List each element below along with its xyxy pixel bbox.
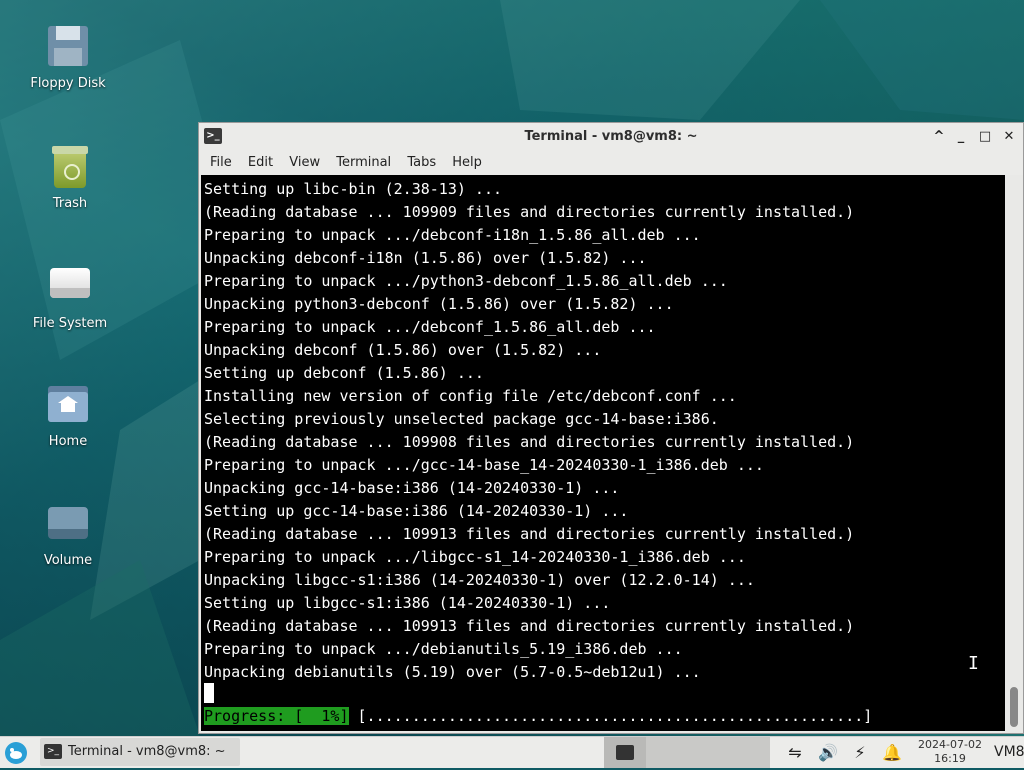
terminal-line: Unpacking gcc-14-base:i386 (14-20240330-… xyxy=(204,479,620,497)
desktop-icon-trash[interactable]: Trash xyxy=(15,142,125,211)
desktop-icon-home[interactable]: Home xyxy=(13,380,123,449)
terminal-line: Unpacking debconf (1.5.86) over (1.5.82)… xyxy=(204,341,602,359)
clock-date: 2024-07-02 xyxy=(918,738,982,751)
desktop-icon-label: Volume xyxy=(43,553,93,568)
desktop-icon-file-system[interactable]: File System xyxy=(15,262,125,331)
volume-drive-icon xyxy=(44,499,92,547)
terminal-window[interactable]: >_ Terminal - vm8@vm8: ~ ^ _ □ ✕ File Ed… xyxy=(198,122,1024,734)
floppy-disk-icon xyxy=(44,22,92,70)
terminal-output[interactable]: Setting up libc-bin (2.38-13) ... (Readin… xyxy=(201,175,1005,731)
workspace-1[interactable] xyxy=(604,737,646,768)
desktop-icon-label: Trash xyxy=(52,196,88,211)
terminal-line: (Reading database ... 109913 files and d… xyxy=(204,617,855,635)
clock[interactable]: 2024-07-02 16:19 xyxy=(912,738,988,766)
menu-help[interactable]: Help xyxy=(446,151,488,170)
workspace-window-icon xyxy=(616,745,634,760)
maximize-button[interactable]: □ xyxy=(975,127,995,147)
menu-bar: File Edit View Terminal Tabs Help xyxy=(199,151,1023,175)
menu-edit[interactable]: Edit xyxy=(242,151,279,170)
apt-progress: Progress: [ 1%] [.......................… xyxy=(204,705,872,728)
desktop-icon-volume[interactable]: Volume xyxy=(13,499,123,568)
desktop-icon-label: Home xyxy=(48,434,88,449)
roll-up-button[interactable]: ^ xyxy=(929,127,949,147)
menu-file[interactable]: File xyxy=(204,151,238,170)
terminal-line: (Reading database ... 109913 files and d… xyxy=(204,525,855,543)
terminal-lines: Setting up libc-bin (2.38-13) ... (Readin… xyxy=(204,178,854,684)
terminal-line: Setting up debconf (1.5.86) ... xyxy=(204,364,484,382)
terminal-cursor xyxy=(204,683,214,703)
terminal-line: Setting up libc-bin (2.38-13) ... xyxy=(204,180,503,198)
terminal-line: Unpacking libgcc-s1:i386 (14-20240330-1)… xyxy=(204,571,755,589)
clock-time: 16:19 xyxy=(934,752,966,765)
terminal-scrollbar[interactable] xyxy=(1007,175,1021,731)
network-icon[interactable]: ⇋ xyxy=(785,743,805,763)
host-label: VM8 xyxy=(994,744,1024,760)
terminal-line: Unpacking debianutils (5.19) over (5.7-0… xyxy=(204,663,701,681)
scrollbar-thumb[interactable] xyxy=(1010,687,1018,727)
progress-label: Progress: [ 1%] xyxy=(204,707,349,725)
terminal-line: (Reading database ... 109909 files and d… xyxy=(204,203,855,221)
drive-icon xyxy=(46,262,94,310)
window-title: Terminal - vm8@vm8: ~ xyxy=(524,129,698,144)
menu-terminal[interactable]: Terminal xyxy=(330,151,397,170)
trash-icon xyxy=(46,142,94,190)
taskbar-item-label: Terminal - vm8@vm8: ~ xyxy=(68,744,226,759)
terminal-line: Preparing to unpack .../libgcc-s1_14-202… xyxy=(204,548,746,566)
terminal-line: Setting up gcc-14-base:i386 (14-20240330… xyxy=(204,502,629,520)
terminal-line: Preparing to unpack .../python3-debconf_… xyxy=(204,272,728,290)
terminal-line: Preparing to unpack .../debconf_1.5.86_a… xyxy=(204,318,656,336)
terminal-line: Preparing to unpack .../debconf-i18n_1.5… xyxy=(204,226,701,244)
menu-view[interactable]: View xyxy=(283,151,326,170)
terminal-line: Unpacking debconf-i18n (1.5.86) over (1.… xyxy=(204,249,647,267)
speaker-volume-icon[interactable]: 🔊 xyxy=(818,743,838,763)
notification-bell-icon[interactable]: 🔔 xyxy=(882,743,902,763)
workspace-3[interactable] xyxy=(686,737,728,768)
progress-bar: [.......................................… xyxy=(357,707,873,725)
xfce-logo-icon xyxy=(5,742,27,764)
terminal-line: Unpacking python3-debconf (1.5.86) over … xyxy=(204,295,674,313)
desktop-icon-label: Floppy Disk xyxy=(30,76,106,91)
minimize-button[interactable]: _ xyxy=(951,127,971,147)
terminal-line: (Reading database ... 109908 files and d… xyxy=(204,433,855,451)
menu-tabs[interactable]: Tabs xyxy=(401,151,442,170)
terminal-small-icon: >_ xyxy=(44,744,62,759)
applications-menu-button[interactable] xyxy=(3,740,29,766)
home-folder-icon xyxy=(44,380,92,428)
terminal-line: Preparing to unpack .../gcc-14-base_14-2… xyxy=(204,456,764,474)
taskbar: >_ Terminal - vm8@vm8: ~ ⇋ 🔊 ⚡ 🔔 2024-07… xyxy=(0,736,1024,768)
terminal-line: Selecting previously unselected package … xyxy=(204,410,719,428)
window-titlebar[interactable]: >_ Terminal - vm8@vm8: ~ ^ _ □ ✕ xyxy=(199,123,1023,151)
close-button[interactable]: ✕ xyxy=(999,127,1019,147)
desktop-icon-floppy-disk[interactable]: Floppy Disk xyxy=(13,22,123,91)
desktop-icon-label: File System xyxy=(32,316,108,331)
text-cursor-ibeam: I xyxy=(968,653,979,674)
workspace-4[interactable] xyxy=(728,737,770,768)
terminal-line: Setting up libgcc-s1:i386 (14-20240330-1… xyxy=(204,594,611,612)
terminal-line: Installing new version of config file /e… xyxy=(204,387,737,405)
power-manager-icon[interactable]: ⚡ xyxy=(850,743,870,763)
taskbar-item-terminal[interactable]: >_ Terminal - vm8@vm8: ~ xyxy=(40,738,240,766)
terminal-line: Preparing to unpack .../debianutils_5.19… xyxy=(204,640,683,658)
workspace-2[interactable] xyxy=(646,737,688,768)
